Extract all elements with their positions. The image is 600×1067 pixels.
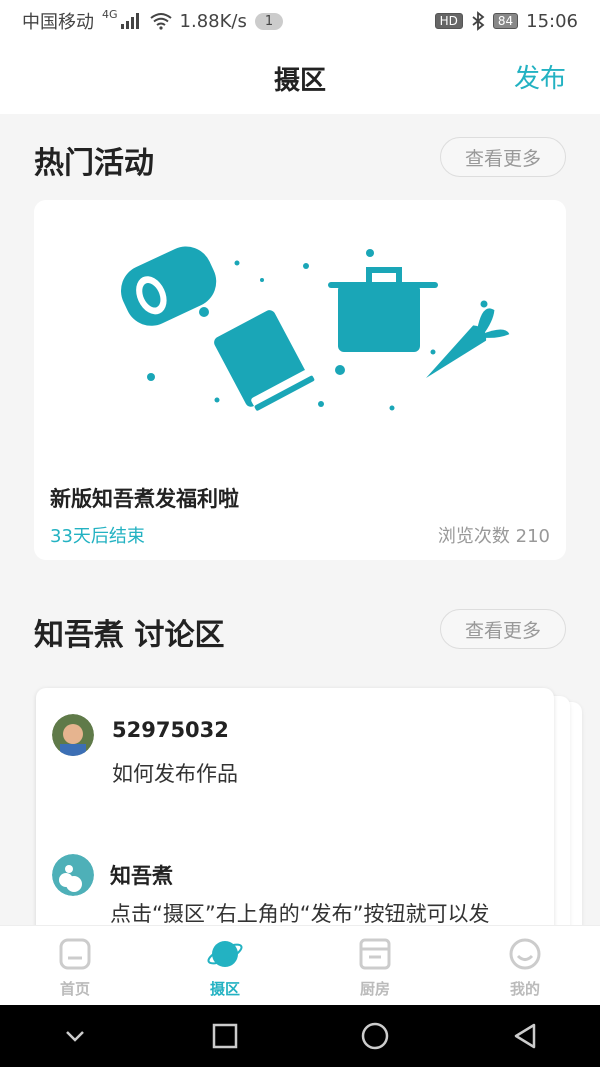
meat-icon — [121, 246, 217, 326]
hot-activities-more-button[interactable]: 查看更多 — [440, 137, 566, 177]
status-bar: 中国移动 4G 1.88K/s 1 HD 84 15:06 — [0, 0, 600, 42]
back-triangle-icon[interactable] — [510, 1021, 540, 1051]
activity-title: 新版知吾煮发福利啦 — [50, 487, 239, 511]
tab-label: 厨房 — [359, 980, 390, 998]
book-icon — [214, 310, 315, 411]
status-left: 中国移动 4G 1.88K/s 1 — [22, 8, 284, 34]
hot-activities-title: 热门活动 — [34, 146, 154, 181]
kitchen-icon — [359, 938, 391, 970]
tab-home[interactable]: 首页 — [0, 926, 150, 1006]
carrier-label: 中国移动 — [22, 12, 94, 33]
hd-badge: HD — [434, 13, 463, 29]
avatar[interactable] — [52, 854, 94, 896]
publish-button[interactable]: 发布 — [514, 58, 566, 95]
activity-card[interactable]: 新版知吾煮发福利啦 33天后结束 浏览次数 210 — [34, 200, 566, 560]
pot-icon — [328, 267, 438, 352]
discussion-more-button[interactable]: 查看更多 — [440, 609, 566, 649]
chevron-down-icon[interactable] — [60, 1021, 90, 1051]
cooking-illustration — [121, 246, 510, 411]
tab-zone[interactable]: 摄区 — [150, 926, 300, 1006]
activity-view-count: 浏览次数 210 — [437, 526, 550, 547]
tab-kitchen[interactable]: 厨房 — [300, 926, 450, 1006]
notification-count-badge: 1 — [254, 12, 284, 30]
post-username: 知吾煮 — [110, 864, 173, 888]
recents-square-icon[interactable] — [210, 1021, 240, 1051]
bottom-tab-bar: 首页 摄区 厨房 我的 — [0, 925, 600, 1006]
network-label: 4G — [102, 8, 118, 21]
wifi-icon — [149, 13, 172, 30]
discussion-title: 知吾煮 讨论区 — [34, 618, 225, 653]
post-text: 如何发布作品 — [112, 762, 238, 786]
tab-label: 摄区 — [209, 980, 240, 998]
carrot-icon — [426, 308, 510, 378]
avatar[interactable] — [52, 714, 94, 756]
page-title: 摄区 — [273, 66, 326, 96]
clock-label: 15:06 — [526, 10, 578, 32]
nav-bar: 摄区 发布 — [0, 42, 600, 114]
home-icon — [59, 938, 91, 970]
planet-icon — [207, 941, 243, 967]
post-username: 52975032 — [112, 718, 229, 742]
system-nav-bar — [0, 1005, 600, 1067]
activity-end-time: 33天后结束 — [50, 526, 145, 547]
bluetooth-icon — [472, 11, 485, 31]
signal-icon — [120, 13, 139, 29]
status-right: HD 84 15:06 — [434, 10, 578, 32]
discussion-card[interactable]: 52975032 如何发布作品 知吾煮 点击“摄区”右上角的“发布”按钮就可以发 — [36, 688, 554, 948]
battery-indicator: 84 — [492, 13, 519, 29]
smiley-icon — [509, 938, 541, 970]
tab-label: 首页 — [59, 980, 90, 998]
home-circle-icon[interactable] — [360, 1021, 390, 1051]
tab-label: 我的 — [509, 980, 540, 998]
tab-profile[interactable]: 我的 — [450, 926, 600, 1006]
speed-label: 1.88K/s — [179, 10, 247, 32]
post-text: 点击“摄区”右上角的“发布”按钮就可以发 — [110, 902, 490, 926]
